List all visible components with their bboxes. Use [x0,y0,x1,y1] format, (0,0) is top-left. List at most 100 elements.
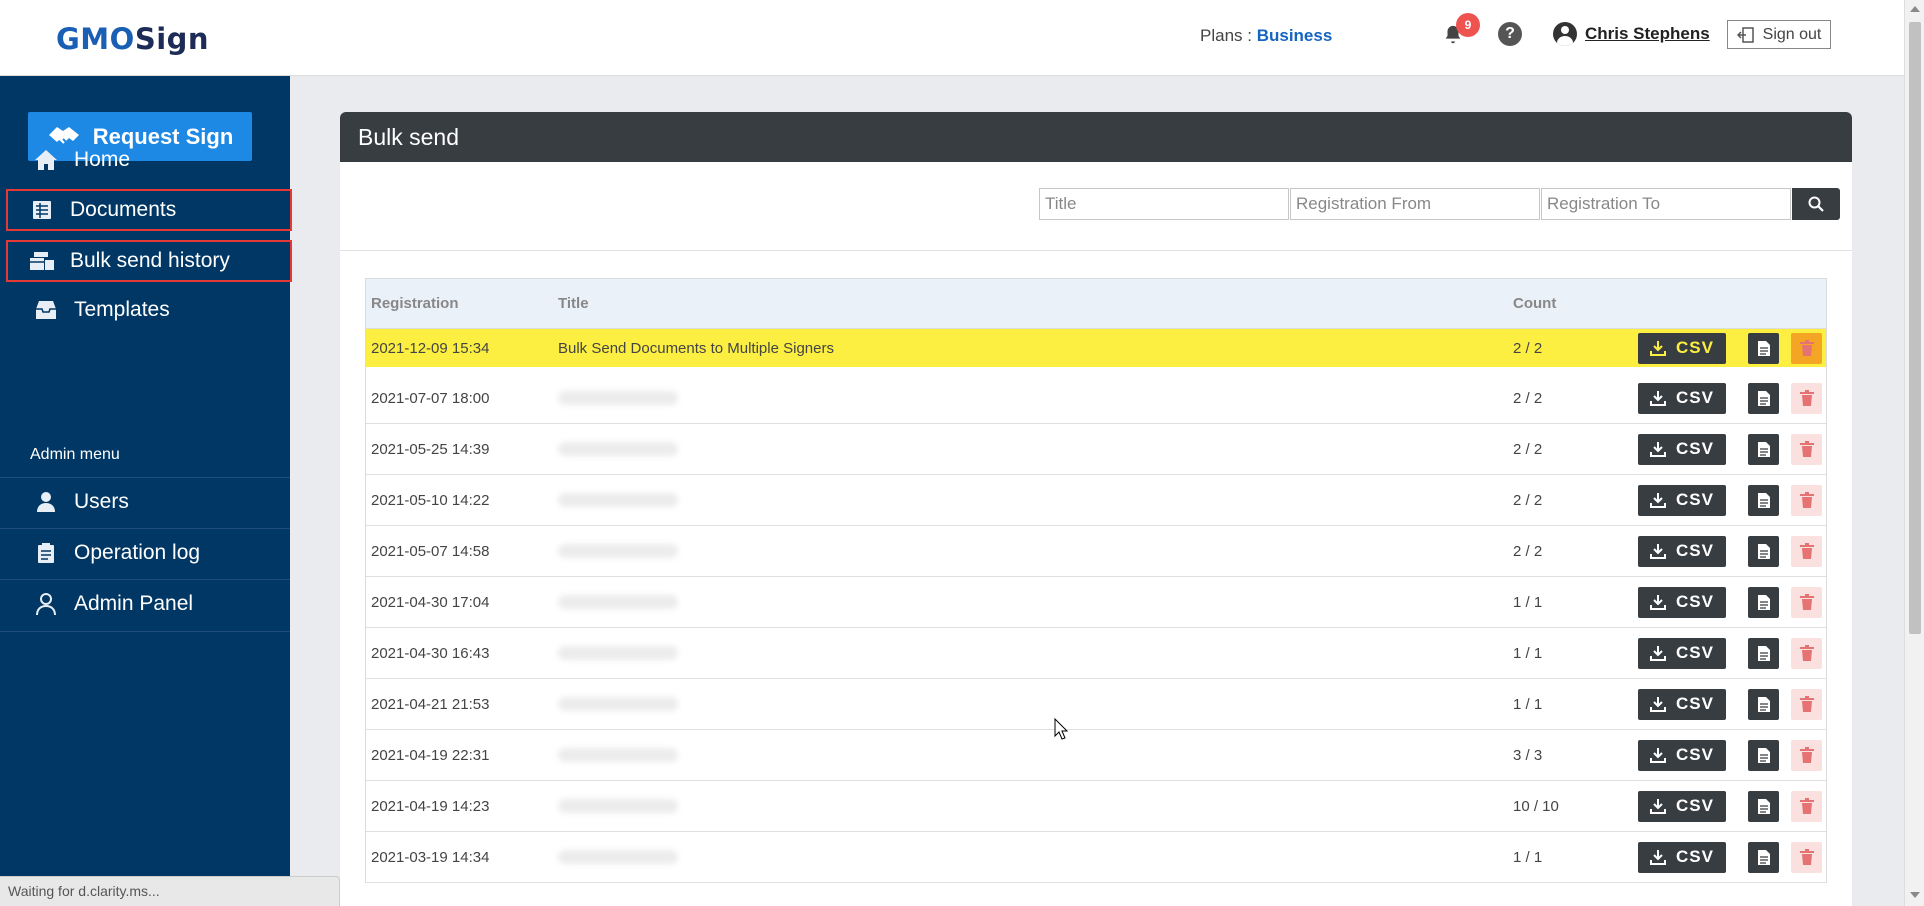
user-icon [26,491,66,513]
user-name-link[interactable]: Chris Stephens [1585,24,1710,44]
download-csv-button[interactable]: CSV [1638,484,1726,516]
row-actions: CSV [1638,433,1822,465]
download-csv-button[interactable]: CSV [1638,586,1726,618]
sidebar-item-templates[interactable]: Templates [6,289,290,331]
filter-bar [1039,188,1840,220]
view-document-button[interactable] [1748,637,1779,669]
redacted-title [558,595,678,609]
signer-count: 1 / 1 [1513,644,1543,662]
download-csv-button[interactable]: CSV [1638,637,1726,669]
delete-button[interactable] [1791,535,1822,567]
view-document-button[interactable] [1748,332,1779,364]
table-row[interactable]: 2021-05-25 14:39 2 / 2 CSV [366,424,1826,475]
row-actions: CSV [1638,790,1822,822]
table-row[interactable]: 2021-05-07 14:58 2 / 2 CSV [366,526,1826,577]
scroll-up-arrow[interactable] [1910,6,1920,12]
download-icon [1650,391,1667,406]
sidebar-item-admin-panel[interactable]: Admin Panel [6,583,290,625]
delete-button[interactable] [1791,382,1822,414]
download-csv-button[interactable]: CSV [1638,688,1726,720]
row-actions: CSV [1638,484,1822,516]
trash-icon [1799,543,1814,559]
sidebar-item-home[interactable]: Home [6,139,290,181]
table-row[interactable]: 2021-04-19 14:23 10 / 10 CSV [366,781,1826,832]
scroll-down-arrow[interactable] [1910,892,1920,898]
document-icon [1757,849,1770,865]
user-menu[interactable]: Chris Stephens [1553,22,1710,46]
title-filter-input[interactable] [1039,188,1289,220]
column-header-title[interactable]: Title [558,295,1513,312]
view-document-button[interactable] [1748,382,1779,414]
view-document-button[interactable] [1748,535,1779,567]
delete-button[interactable] [1791,841,1822,873]
table-row[interactable]: 2021-05-10 14:22 2 / 2 CSV [366,475,1826,526]
download-csv-button[interactable]: CSV [1638,841,1726,873]
trash-icon [1799,441,1814,457]
delete-button[interactable] [1791,790,1822,822]
download-csv-button[interactable]: CSV [1638,535,1726,567]
view-document-button[interactable] [1748,739,1779,771]
delete-button[interactable] [1791,637,1822,669]
registration-from-input[interactable] [1290,188,1540,220]
scroll-thumb[interactable] [1909,22,1921,634]
column-header-registration[interactable]: Registration [366,295,558,312]
trash-icon [1799,340,1814,356]
document-title [558,442,1513,456]
view-document-button[interactable] [1748,484,1779,516]
delete-button[interactable] [1791,332,1822,364]
registration-date: 2021-05-07 14:58 [371,542,490,560]
download-csv-button[interactable]: CSV [1638,332,1726,364]
table-row[interactable]: 2021-03-19 14:34 1 / 1 CSV [366,832,1826,883]
row-actions: CSV [1638,382,1822,414]
delete-button[interactable] [1791,586,1822,618]
download-csv-button[interactable]: CSV [1638,739,1726,771]
download-csv-button[interactable]: CSV [1638,790,1726,822]
sidebar-item-documents[interactable]: Documents [6,189,292,231]
registration-to-input[interactable] [1541,188,1791,220]
view-document-button[interactable] [1748,790,1779,822]
sidebar-item-operation-log[interactable]: Operation log [6,532,290,574]
delete-button[interactable] [1791,739,1822,771]
download-csv-button[interactable]: CSV [1638,382,1726,414]
table-row[interactable]: 2021-04-30 17:04 1 / 1 CSV [366,577,1826,628]
trash-icon [1799,594,1814,610]
signer-count: 1 / 1 [1513,695,1543,713]
table-row[interactable]: 2021-04-30 16:43 1 / 1 CSV [366,628,1826,679]
help-icon[interactable]: ? [1498,22,1522,46]
row-actions: CSV [1638,637,1822,669]
table-row[interactable]: 2021-04-21 21:53 1 / 1 CSV [366,679,1826,730]
notification-button[interactable]: 9 [1440,13,1480,50]
sidebar-item-bulk-send-history[interactable]: Bulk send history [6,240,292,282]
document-icon [1757,441,1770,457]
view-document-button[interactable] [1748,841,1779,873]
delete-button[interactable] [1791,433,1822,465]
sidebar-item-users[interactable]: Users [6,481,290,523]
registration-date: 2021-04-21 21:53 [371,695,490,713]
table-row[interactable]: 2021-04-19 22:31 3 / 3 CSV [366,730,1826,781]
sign-out-button[interactable]: Sign out [1727,20,1831,49]
home-icon [26,149,66,171]
page-scrollbar[interactable] [1904,0,1924,906]
view-document-button[interactable] [1748,586,1779,618]
search-button[interactable] [1792,188,1840,220]
view-document-button[interactable] [1748,433,1779,465]
table-row-selected[interactable]: 2021-12-09 15:34 Bulk Send Documents to … [366,329,1826,373]
sidebar-divider [0,631,290,632]
registration-date: 2021-05-25 14:39 [371,440,490,458]
delete-button[interactable] [1791,688,1822,720]
signer-count: 2 / 2 [1513,389,1543,407]
plan-value: Business [1256,26,1333,45]
registration-date: 2021-07-07 18:00 [371,389,490,407]
table-row[interactable]: 2021-07-07 18:00 2 / 2 CSV [366,373,1826,424]
delete-button[interactable] [1791,484,1822,516]
registration-date: 2021-12-09 15:34 [371,339,490,357]
download-csv-button[interactable]: CSV [1638,433,1726,465]
row-actions: CSV [1638,332,1822,364]
search-icon [1808,196,1824,212]
view-document-button[interactable] [1748,688,1779,720]
download-icon [1650,341,1667,356]
gmosign-logo[interactable]: GMOSign [56,22,209,56]
registration-date: 2021-05-10 14:22 [371,491,490,509]
column-header-count[interactable]: Count [1513,295,1638,312]
top-header: GMOSign Plans : Business 9 ? Chris Steph… [0,0,1904,76]
